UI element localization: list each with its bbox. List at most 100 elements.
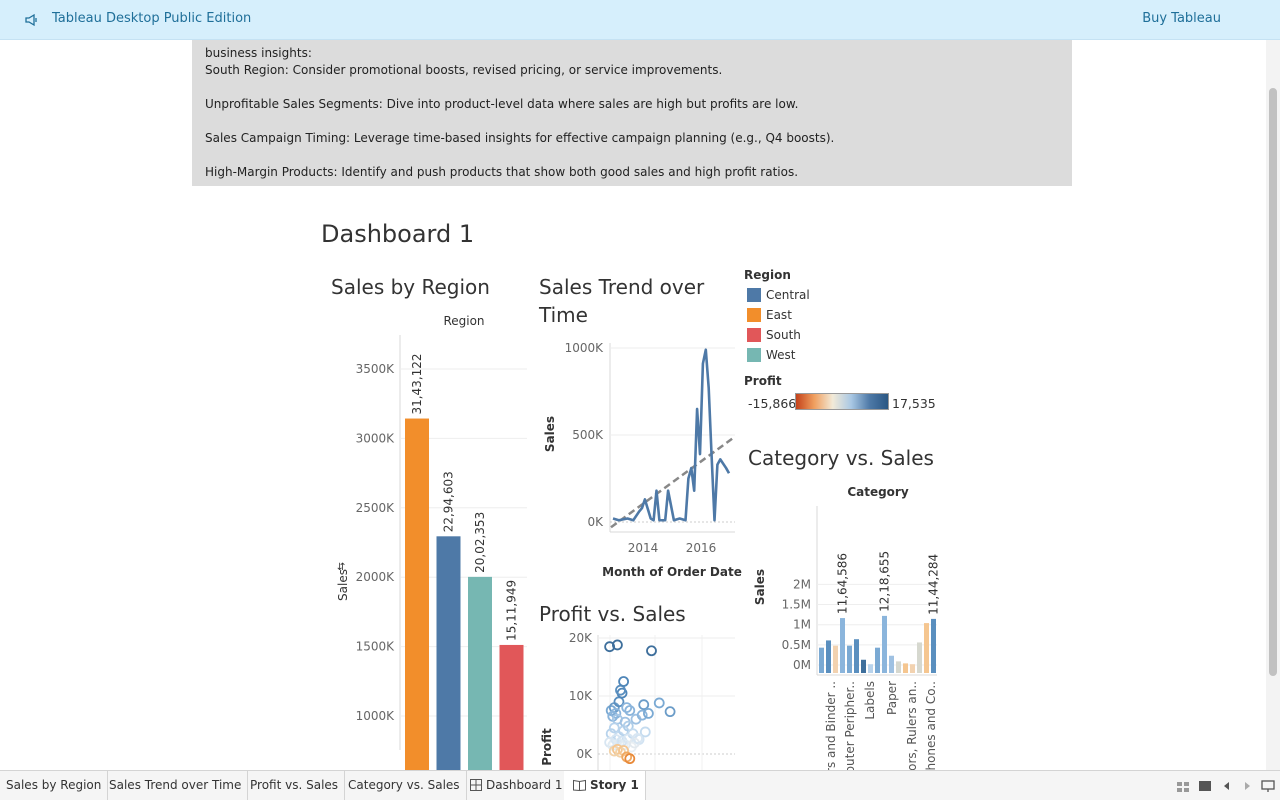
show-filmstrip-icon[interactable] [1198,779,1212,793]
vertical-scrollbar[interactable] [1266,40,1280,770]
scatter-point[interactable] [643,708,654,719]
category-chart-title: Category vs. Sales [748,446,934,470]
y-tick-label: 2M [793,577,811,591]
y-tick-label: 10K [569,689,593,703]
tab-sales-trend[interactable]: Sales Trend over Time [103,771,249,800]
scrollbar-thumb[interactable] [1269,88,1277,676]
category-bar[interactable] [868,664,873,673]
legend-label: Central [766,288,810,302]
bar-west[interactable] [468,576,492,770]
story-text-line [205,147,1059,164]
category-bar[interactable] [826,640,831,673]
profit-legend-title: Profit [744,374,782,388]
scatter-point[interactable] [664,706,676,718]
y-tick-label: 1000K [356,709,396,723]
dashboard-title: Dashboard 1 [321,220,475,248]
buy-tableau-link[interactable]: Buy Tableau [1142,11,1221,26]
x-tick-label: puter Peripher.. [843,681,857,774]
y-tick-label: 2500K [356,501,396,515]
y-tick-label: 1M [793,618,811,632]
category-bar[interactable] [854,639,859,673]
sales-by-region-chart[interactable]: Region 1000K 1500K 2000K 2500K 3000K 3500K Sale… [330,310,530,770]
story-text-line [205,79,1059,96]
y-tick-label: 3500K [356,362,396,376]
category-bar[interactable] [840,618,845,673]
category-bar[interactable] [910,664,915,673]
tab-dashboard-1[interactable]: Dashboard 1 [462,771,570,800]
legend-item-south[interactable]: South [744,327,944,347]
legend-swatch [747,328,761,342]
y-tick-label: 0M [793,658,811,672]
category-bar[interactable] [924,623,929,673]
y-tick-label: 0K [576,747,593,761]
category-bar[interactable] [861,659,866,673]
category-bar[interactable] [931,618,936,673]
category-y-label: Sales [753,569,767,605]
trend-chart-title-line2: Time [539,303,588,327]
y-tick-label: 3000K [356,431,396,445]
tab-profit-vs-sales[interactable]: Profit vs. Sales [244,771,346,800]
legend-item-central[interactable]: Central [744,287,944,307]
bar-data-label: 22,94,603 [442,471,456,532]
category-bar[interactable] [875,647,880,673]
trend-y-label: Sales [543,416,557,452]
category-vs-sales-chart[interactable]: Category 0M 0.5M 1M 1.5M 2M Sales 11,64,586 12,1… [745,480,945,788]
legend-panel: Region Central East South West Profit -15,8… [744,268,944,413]
sales-trend-chart[interactable]: 0K 500K 1000K 2014 2016 Month of Order Date Sa… [535,335,742,610]
tab-category-vs-sales[interactable]: Category vs. Sales [342,771,467,800]
story-text-line: business insights: [205,46,312,60]
category-bar[interactable] [847,645,852,673]
category-header: Category [847,485,909,499]
region-chart-title: Sales by Region [331,275,490,299]
top-bar: Tableau Desktop Public Edition Buy Table… [0,0,1280,40]
legend-swatch [747,308,761,322]
x-tick-label: Labels [863,681,877,720]
scatter-point[interactable] [639,726,651,738]
category-bar[interactable] [889,655,894,673]
bar-south[interactable] [499,644,524,770]
bar-data-label: 31,43,122 [410,353,424,414]
category-bar[interactable] [819,647,824,673]
x-tick-label: sors, Rulers an.. [905,681,919,777]
category-bar[interactable] [896,661,901,673]
next-sheet-icon[interactable] [1240,779,1254,793]
legend-item-west[interactable]: West [744,347,944,367]
scatter-point[interactable] [638,699,650,711]
category-bar[interactable] [903,663,908,673]
tab-dashboard-1-label: Dashboard 1 [486,778,563,792]
bar-central[interactable] [436,536,461,770]
legend-label: West [766,348,796,362]
scatter-point[interactable] [618,676,629,687]
sort-icon[interactable]: ⇵ [337,562,345,573]
profit-vs-sales-chart[interactable]: 0K 10K 20K Profit [535,631,740,770]
category-bar[interactable] [833,645,838,673]
bar-data-label: 15,11,949 [505,580,519,641]
bar-data-label: 11,64,586 [836,553,850,614]
show-sheet-sorter-icon[interactable] [1176,779,1190,793]
scatter-point[interactable] [653,697,665,709]
bar-east[interactable] [405,418,429,770]
tab-story-1[interactable]: Story 1 [564,771,646,800]
category-bar[interactable] [917,642,922,673]
x-tick-label: 2014 [628,541,659,555]
region-header: Region [443,314,484,328]
y-tick-label: 20K [569,631,593,645]
tab-sales-by-region[interactable]: Sales by Region [0,771,109,800]
legend-item-east[interactable]: East [744,307,944,327]
profit-legend-max: 17,535 [892,396,936,411]
category-bar[interactable] [882,615,887,673]
legend-swatch [747,348,761,362]
app-title: Tableau Desktop Public Edition [52,11,252,26]
previous-sheet-icon[interactable] [1220,779,1234,793]
story-text-line [205,113,1059,130]
story-text-line: Sales Campaign Timing: Leverage time-bas… [205,131,835,145]
legend-label: South [766,328,801,342]
story-text-line: Unprofitable Sales Segments: Dive into p… [205,97,799,111]
scatter-point[interactable] [624,753,636,765]
story-caption: business insights: South Region: Consider… [192,40,1072,186]
profit-y-label: Profit [540,728,554,766]
scatter-point[interactable] [615,684,626,696]
dashboard-icon [470,779,482,791]
y-tick-label: 0.5M [782,638,811,652]
presentation-mode-icon[interactable] [1261,779,1275,793]
